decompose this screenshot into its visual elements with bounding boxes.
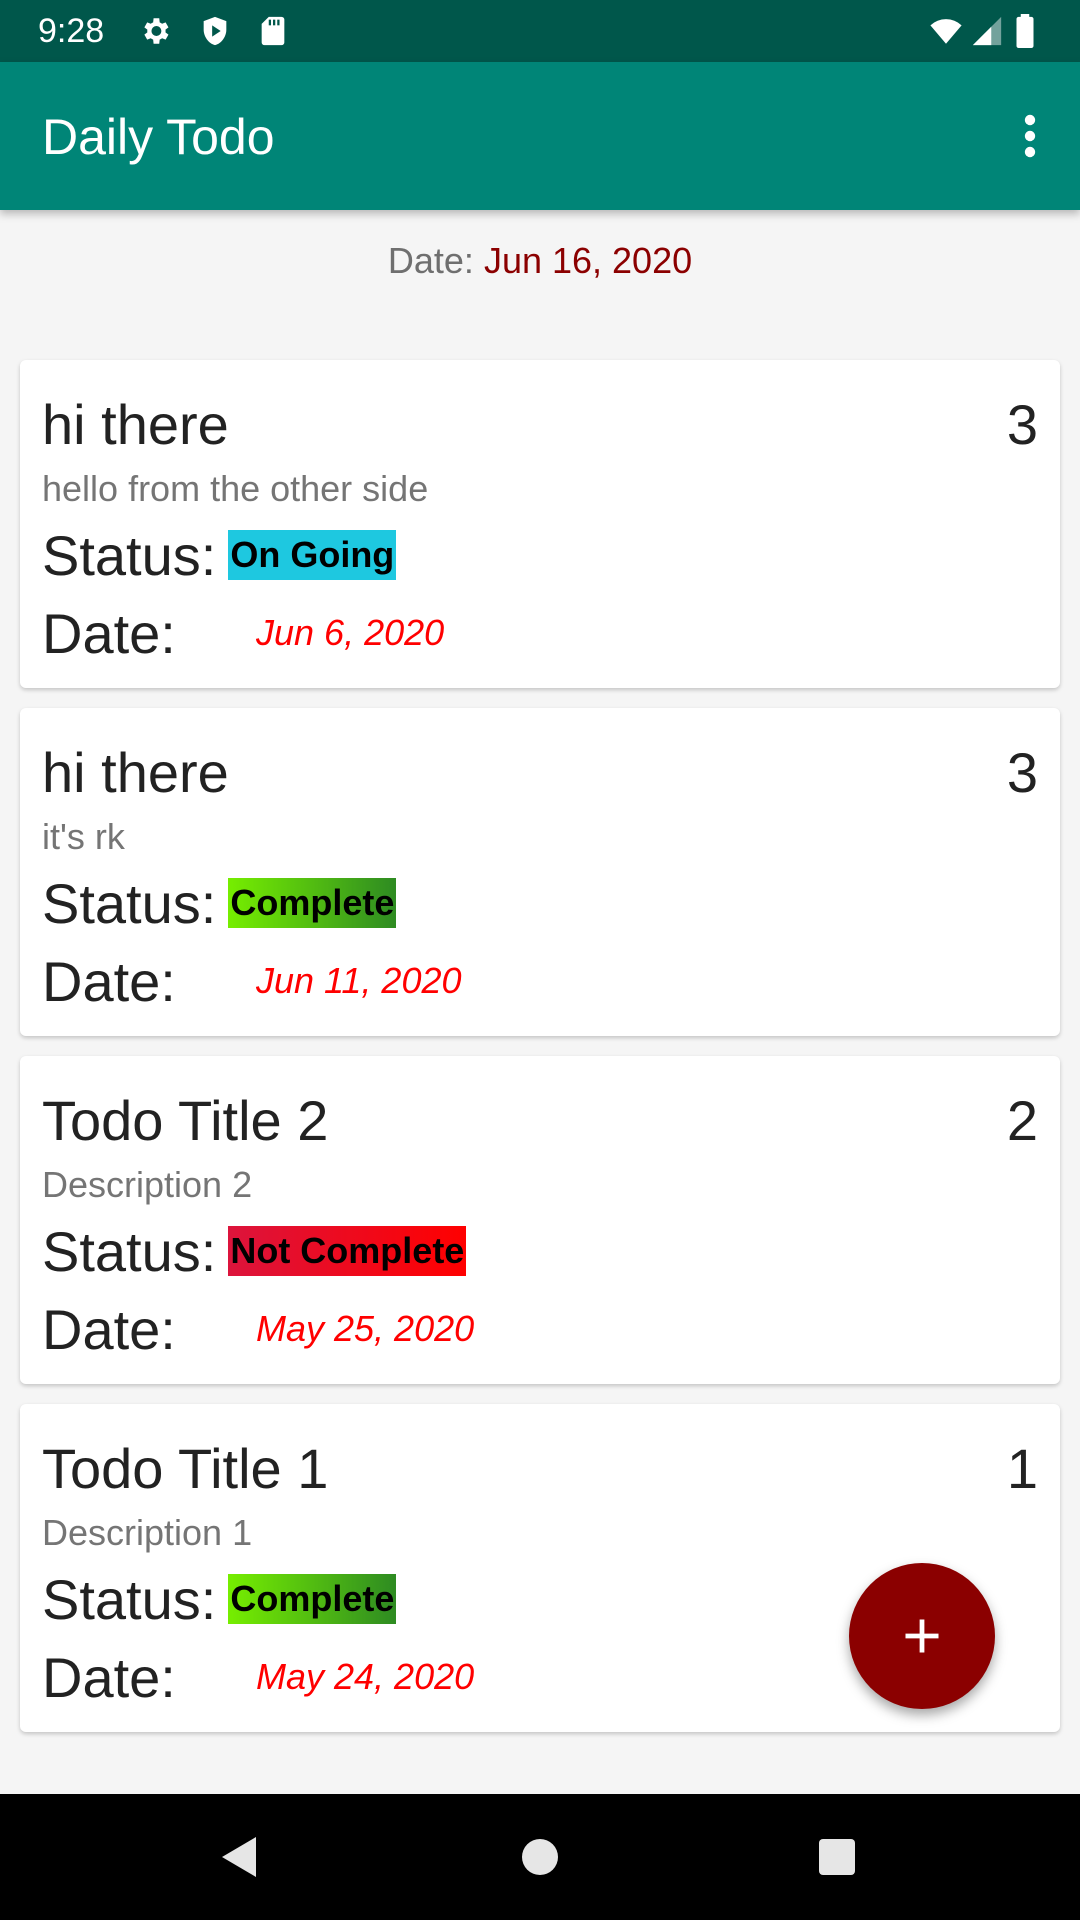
todo-list: hi there 3 hello from the other side Sta…	[20, 360, 1060, 1752]
overflow-menu-button[interactable]	[1000, 98, 1060, 174]
add-icon	[905, 1619, 939, 1653]
todo-title: hi there	[42, 741, 229, 804]
status-label: Status:	[42, 1219, 217, 1283]
status-row: Status: Not Complete	[42, 1216, 467, 1286]
battery-icon	[1014, 14, 1042, 48]
todo-card[interactable]: hi there 3 hello from the other side Sta…	[20, 360, 1060, 688]
status-row: Status: On Going	[42, 520, 397, 590]
status-label: Status:	[42, 523, 217, 587]
status-time: 9:28	[38, 12, 105, 50]
date-header: Date: Jun 16, 2020	[0, 240, 1080, 282]
status-label: Status:	[42, 871, 217, 935]
todo-description: it's rk	[42, 816, 125, 857]
signal-icon	[970, 14, 1004, 48]
todo-date: May 25, 2020	[256, 1308, 475, 1349]
todo-date: Jun 6, 2020	[256, 612, 445, 653]
date-label: Date:	[42, 949, 176, 1013]
settings-icon	[138, 14, 172, 48]
more-vert-icon	[1024, 114, 1036, 158]
back-icon	[222, 1837, 256, 1877]
status-row: Status: Complete	[42, 1564, 397, 1634]
date-row: Date: May 25, 2020	[42, 1294, 474, 1364]
date-row: Date: May 24, 2020	[42, 1642, 474, 1712]
date-header-label: Date:	[387, 240, 474, 281]
add-todo-button[interactable]	[849, 1563, 995, 1709]
status-badge: Complete	[228, 878, 397, 928]
todo-description: hello from the other side	[42, 468, 429, 509]
date-header-value: Jun 16, 2020	[483, 240, 693, 281]
date-row: Date: Jun 11, 2020	[42, 946, 462, 1016]
todo-card[interactable]: Todo Title 2 2 Description 2 Status: Not…	[20, 1056, 1060, 1384]
app-bar: Daily Todo	[0, 62, 1080, 210]
date-row: Date: Jun 6, 2020	[42, 598, 444, 668]
status-row: Status: Complete	[42, 868, 397, 938]
home-button[interactable]	[510, 1827, 570, 1887]
todo-description: Description 1	[42, 1512, 253, 1553]
status-badge: On Going	[228, 530, 397, 580]
recents-icon	[819, 1839, 855, 1875]
status-label: Status:	[42, 1567, 217, 1631]
home-icon	[522, 1839, 558, 1875]
back-button[interactable]	[208, 1827, 268, 1887]
sd-card-icon	[256, 14, 290, 48]
status-badge: Not Complete	[228, 1226, 467, 1276]
status-bar: 9:28	[0, 0, 1080, 62]
app-title: Daily Todo	[42, 109, 275, 165]
navigation-bar	[0, 1794, 1080, 1920]
todo-priority: 3	[1006, 741, 1038, 804]
todo-priority: 1	[1006, 1437, 1038, 1500]
todo-title: Todo Title 2	[42, 1089, 329, 1152]
todo-date: Jun 11, 2020	[256, 960, 462, 1001]
todo-priority: 2	[1006, 1089, 1038, 1152]
date-label: Date:	[42, 1645, 176, 1709]
todo-title: Todo Title 1	[42, 1437, 329, 1500]
date-label: Date:	[42, 601, 176, 665]
status-badge: Complete	[228, 1574, 397, 1624]
todo-card[interactable]: hi there 3 it's rk Status: Complete Date…	[20, 708, 1060, 1036]
todo-date: May 24, 2020	[256, 1656, 475, 1697]
todo-priority: 3	[1006, 393, 1038, 456]
date-label: Date:	[42, 1297, 176, 1361]
shield-icon	[198, 14, 232, 48]
todo-title: hi there	[42, 393, 229, 456]
todo-description: Description 2	[42, 1164, 253, 1205]
recents-button[interactable]	[807, 1827, 867, 1887]
wifi-icon	[924, 14, 968, 48]
